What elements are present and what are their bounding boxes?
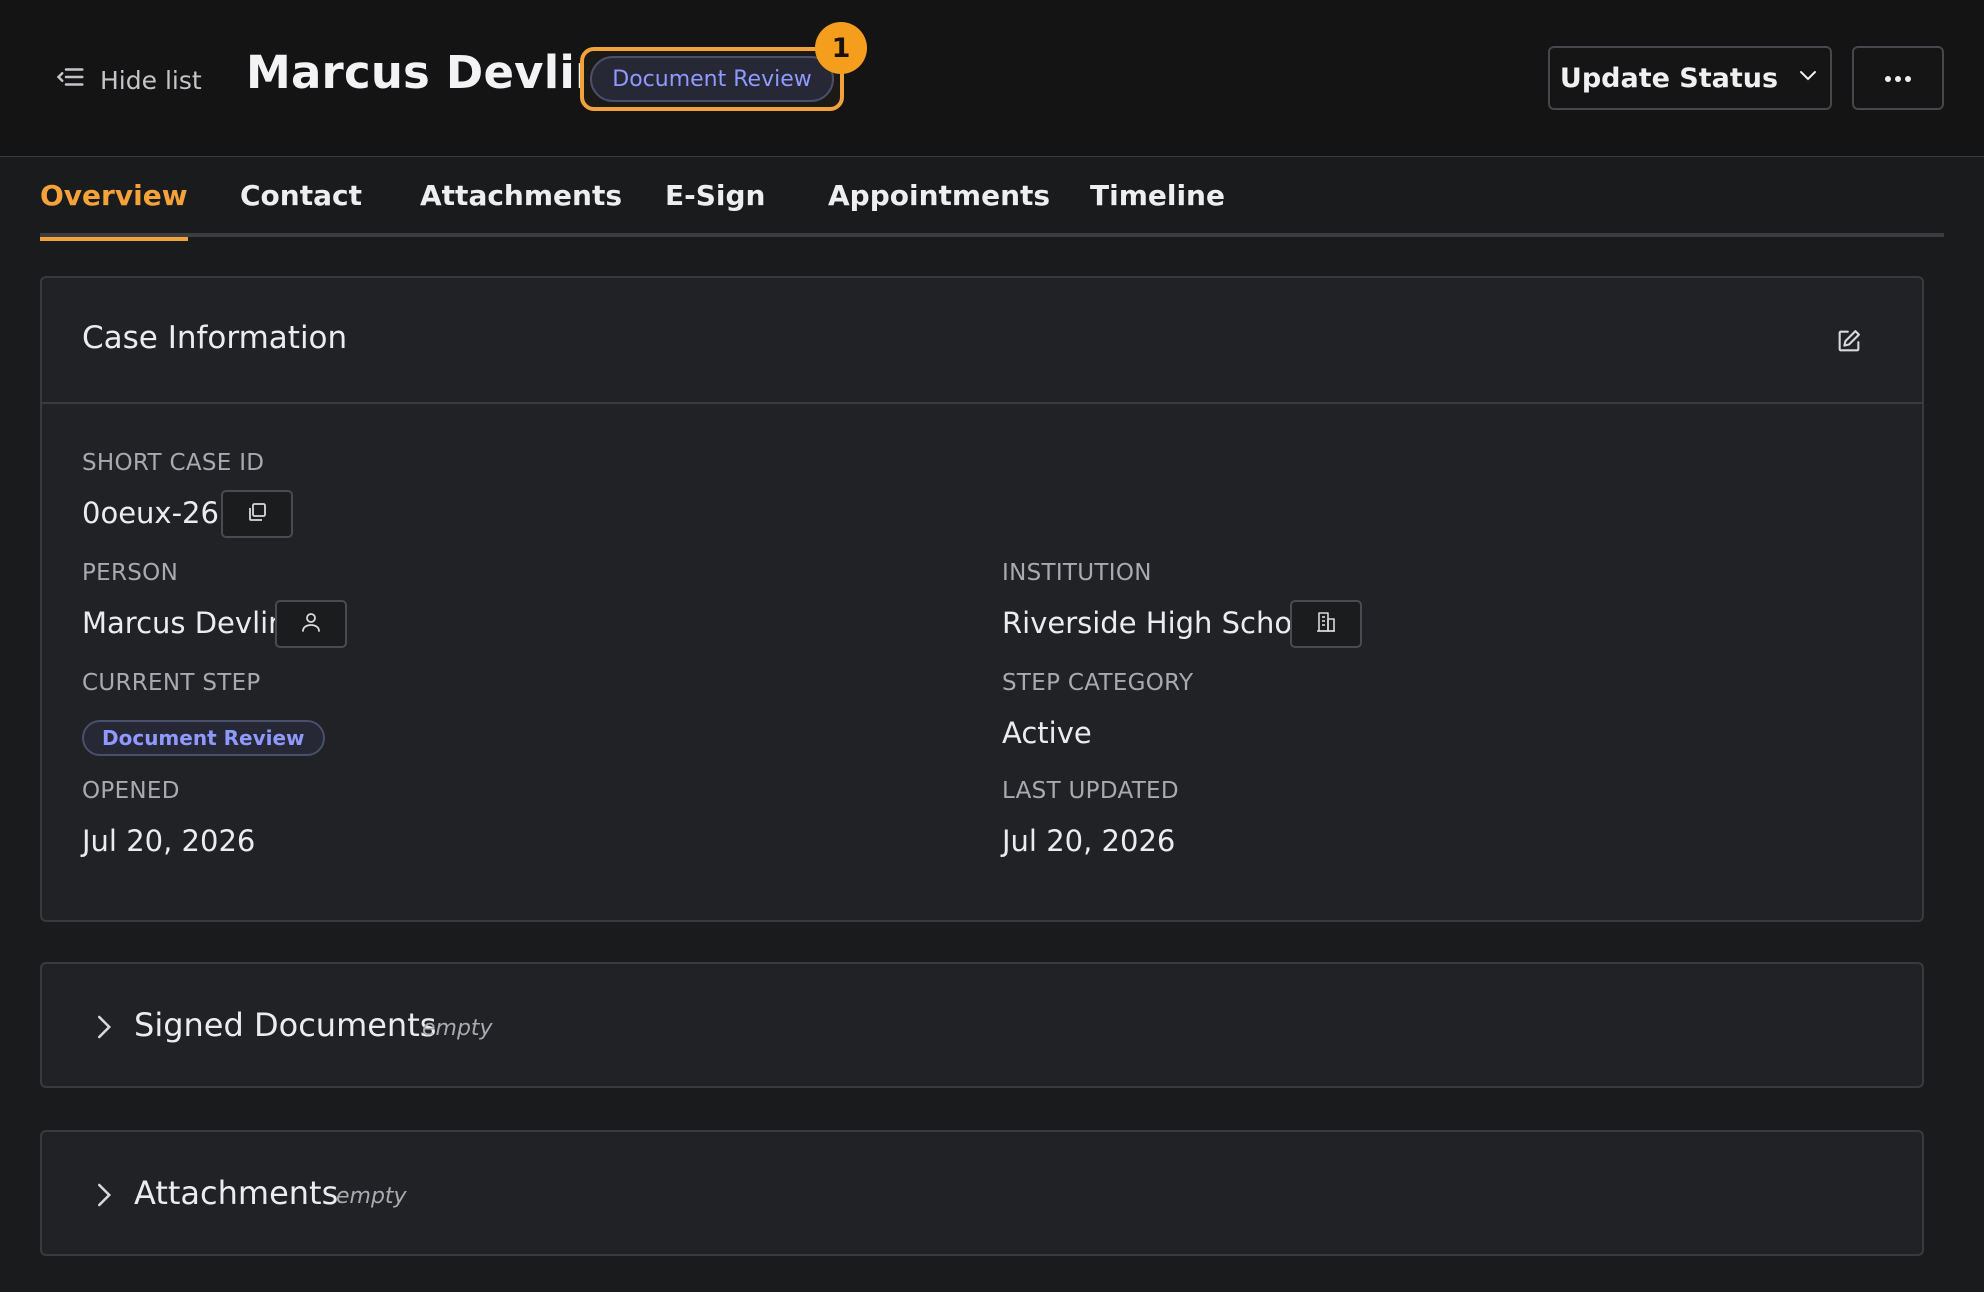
hide-list-label: Hide list — [100, 65, 202, 95]
opened-value: Jul 20, 2026 — [82, 824, 256, 858]
person-label: PERSON — [82, 560, 179, 586]
chevron-right-icon[interactable] — [88, 1180, 118, 1210]
tab-bar: Overview Contact Attachments E-Sign Appo… — [40, 157, 1944, 241]
edit-button[interactable] — [1832, 326, 1866, 360]
current-step-badge: Document Review — [82, 720, 325, 756]
step-category-label: STEP CATEGORY — [1002, 670, 1194, 696]
signed-documents-section[interactable]: Signed Documents empty — [40, 962, 1924, 1088]
tab-contact[interactable]: Contact — [240, 179, 362, 233]
case-information-title: Case Information — [82, 320, 348, 356]
hide-list-button[interactable]: Hide list — [56, 60, 202, 100]
building-icon — [1314, 610, 1338, 638]
tab-attachments[interactable]: Attachments — [420, 179, 622, 233]
opened-label: OPENED — [82, 778, 180, 804]
open-institution-button[interactable] — [1290, 600, 1362, 648]
chevron-right-icon[interactable] — [88, 1012, 118, 1042]
tab-overview[interactable]: Overview — [40, 179, 188, 241]
short-case-id-value: 0oeux-26 — [82, 496, 219, 530]
attachments-title: Attachments — [134, 1174, 339, 1212]
open-person-button[interactable] — [275, 600, 347, 648]
institution-label: INSTITUTION — [1002, 560, 1152, 586]
last-updated-value: Jul 20, 2026 — [1002, 824, 1176, 858]
case-header: Hide list Marcus Devlin Document Review … — [0, 0, 1984, 157]
tab-appointments[interactable]: Appointments — [828, 179, 1050, 233]
signed-documents-empty-label: empty — [422, 1016, 493, 1041]
attachments-empty-label: empty — [336, 1184, 407, 1209]
status-highlight[interactable]: Document Review — [580, 47, 844, 111]
ellipsis-icon — [1883, 69, 1913, 88]
tab-timeline[interactable]: Timeline — [1090, 179, 1225, 233]
tab-e-sign[interactable]: E-Sign — [665, 179, 766, 233]
status-badge[interactable]: Document Review — [590, 56, 834, 102]
list-collapse-icon — [56, 62, 86, 98]
person-value: Marcus Devlin — [82, 606, 287, 640]
signed-documents-title: Signed Documents — [134, 1006, 437, 1044]
last-updated-label: LAST UPDATED — [1002, 778, 1179, 804]
update-status-label: Update Status — [1559, 62, 1779, 94]
more-actions-button[interactable] — [1852, 46, 1944, 110]
case-information-header: Case Information — [42, 278, 1922, 404]
case-information-card: Case Information SHORT CASE ID 0oeux-26 … — [40, 276, 1924, 922]
attachments-section[interactable]: Attachments empty — [40, 1130, 1924, 1256]
current-step-label: CURRENT STEP — [82, 670, 261, 696]
page-title: Marcus Devlin — [246, 46, 608, 99]
update-status-button[interactable]: Update Status — [1548, 46, 1832, 110]
step-category-value: Active — [1002, 716, 1092, 750]
copy-icon — [245, 500, 269, 528]
copy-case-id-button[interactable] — [221, 490, 293, 538]
short-case-id-label: SHORT CASE ID — [82, 450, 265, 476]
notification-count-badge: 1 — [815, 22, 867, 74]
institution-value: Riverside High School — [1002, 606, 1318, 640]
edit-icon — [1835, 327, 1863, 359]
user-icon — [299, 610, 323, 638]
chevron-down-icon — [1796, 63, 1820, 94]
